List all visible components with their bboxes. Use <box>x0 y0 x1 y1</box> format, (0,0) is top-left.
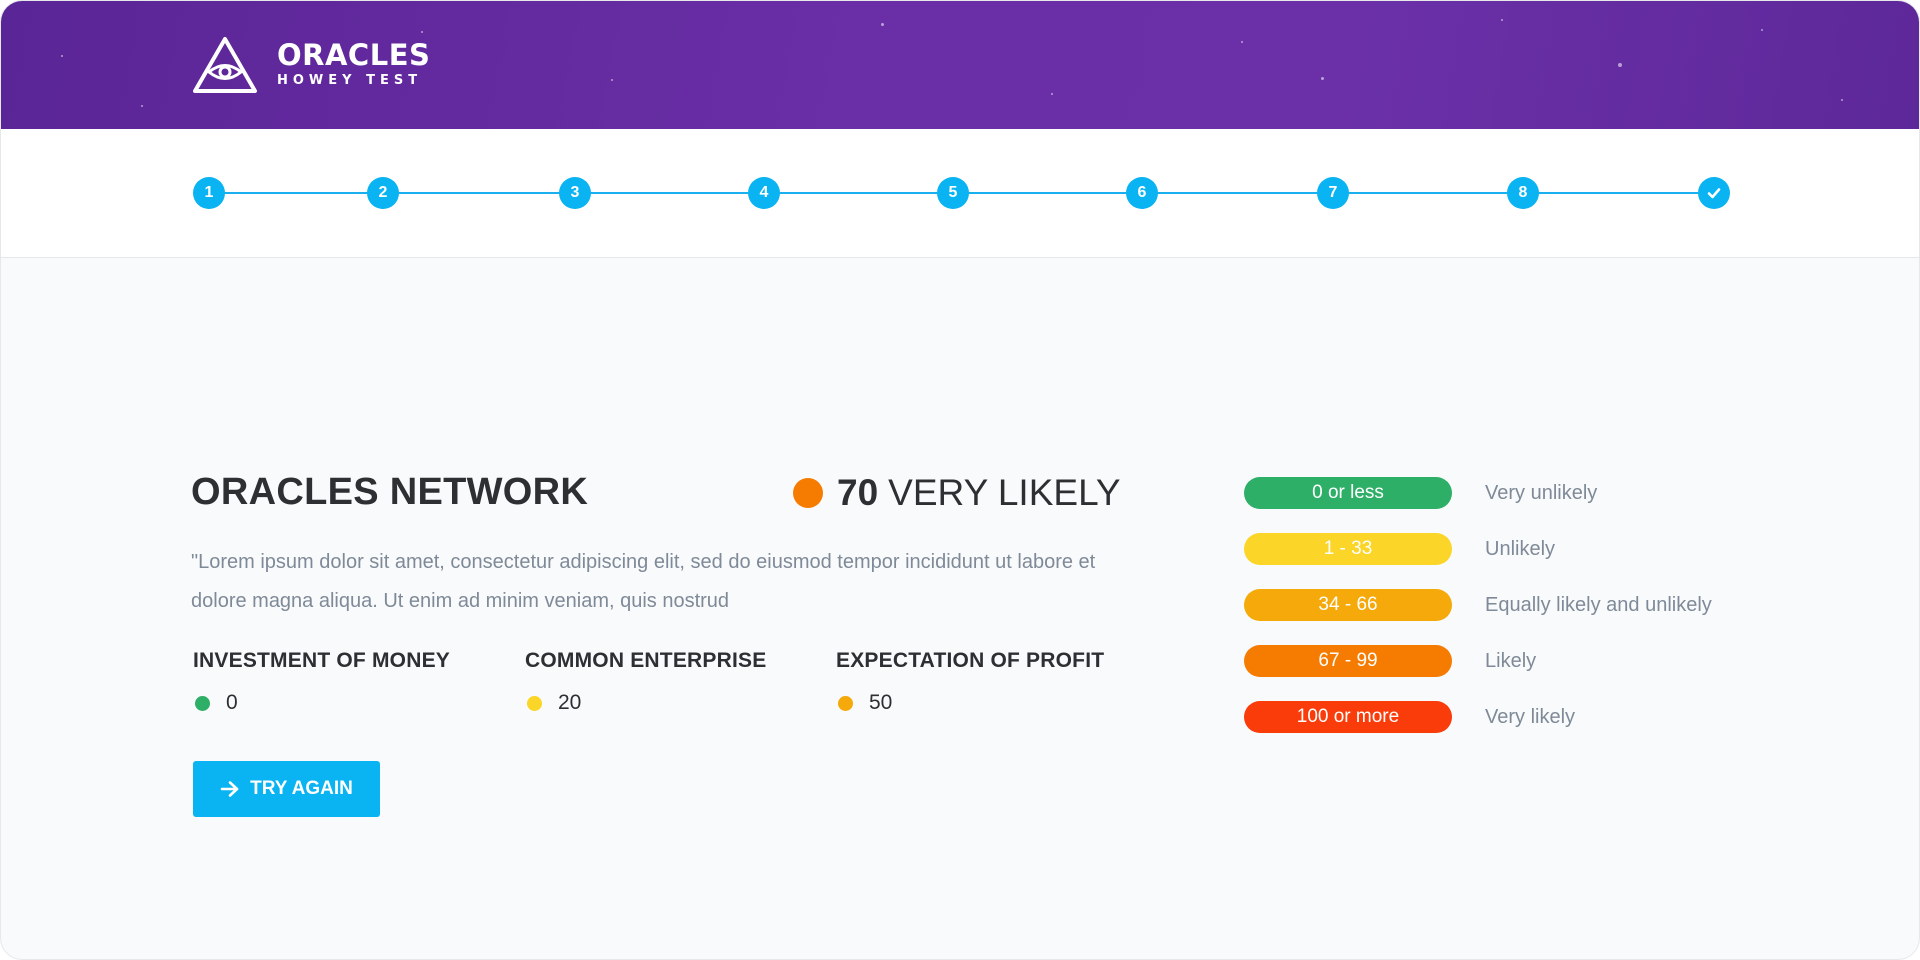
step-3[interactable]: 3 <box>559 177 591 209</box>
check-icon <box>1707 188 1721 199</box>
legend-range-pill: 100 or more <box>1244 701 1452 733</box>
legend-label: Likely <box>1485 649 1537 672</box>
criterion-value: 20 <box>558 691 582 714</box>
legend-item: 1 - 33 Unlikely <box>1244 533 1555 565</box>
legend-item: 100 or more Very likely <box>1244 701 1575 733</box>
step-2[interactable]: 2 <box>367 177 399 209</box>
try-again-label: TRY AGAIN <box>250 778 353 799</box>
step-4[interactable]: 4 <box>748 177 780 209</box>
legend-label: Very unlikely <box>1485 481 1598 504</box>
logo-subtitle: HOWEY TEST <box>277 73 423 88</box>
legend-label: Unlikely <box>1485 537 1556 560</box>
arrow-right-icon <box>220 780 240 798</box>
criterion-common-enterprise: COMMON ENTERPRISE 20 <box>525 649 766 715</box>
status-dot <box>195 695 210 711</box>
legend-range-pill: 67 - 99 <box>1244 645 1452 677</box>
logo[interactable]: ORACLES HOWEY TEST <box>191 35 430 95</box>
score-status-dot <box>793 478 823 508</box>
legend-range-pill: 1 - 33 <box>1244 533 1452 565</box>
step-5[interactable]: 5 <box>937 177 969 209</box>
result-description: "Lorem ipsum dolor sit amet, consectetur… <box>191 551 1096 612</box>
progress-stepper: 1 2 3 4 5 6 7 8 <box>1 129 1919 258</box>
header-banner: ORACLES HOWEY TEST <box>1 1 1919 129</box>
step-8[interactable]: 8 <box>1507 177 1539 209</box>
legend-range-pill: 34 - 66 <box>1244 589 1452 621</box>
eye-pyramid-icon <box>193 37 257 93</box>
criterion-value: 0 <box>226 691 238 714</box>
legend-item: 34 - 66 Equally likely and unlikely <box>1244 589 1712 621</box>
score-verdict: VERY LIKELY <box>888 472 1121 513</box>
criterion-title: EXPECTATION OF PROFIT <box>836 649 1105 672</box>
step-7[interactable]: 7 <box>1317 177 1349 209</box>
criterion-investment: INVESTMENT OF MONEY 0 <box>193 649 450 715</box>
criterion-expectation-of-profit: EXPECTATION OF PROFIT 50 <box>836 649 1104 715</box>
score-summary: 70 VERY LIKELY <box>793 471 1121 515</box>
criterion-title: INVESTMENT OF MONEY <box>193 649 450 672</box>
step-1[interactable]: 1 <box>193 177 225 209</box>
logo-title: ORACLES <box>277 38 431 72</box>
legend-item: 0 or less Very unlikely <box>1244 477 1597 509</box>
legend-label: Equally likely and unlikely <box>1485 593 1712 616</box>
step-complete[interactable] <box>1698 177 1730 209</box>
status-dot <box>527 695 542 711</box>
criterion-title: COMMON ENTERPRISE <box>525 649 767 672</box>
score-value: 70 <box>837 472 879 513</box>
app-frame: ORACLES HOWEY TEST 1 2 3 4 5 6 7 8 ORACL… <box>0 0 1920 960</box>
criterion-value: 50 <box>869 691 893 714</box>
status-dot <box>838 695 853 711</box>
step-6[interactable]: 6 <box>1126 177 1158 209</box>
legend-item: 67 - 99 Likely <box>1244 645 1536 677</box>
legend-range-pill: 0 or less <box>1244 477 1452 509</box>
company-name: ORACLES NETWORK <box>191 471 589 513</box>
try-again-button[interactable]: TRY AGAIN <box>193 761 380 817</box>
legend-label: Very likely <box>1485 705 1576 728</box>
